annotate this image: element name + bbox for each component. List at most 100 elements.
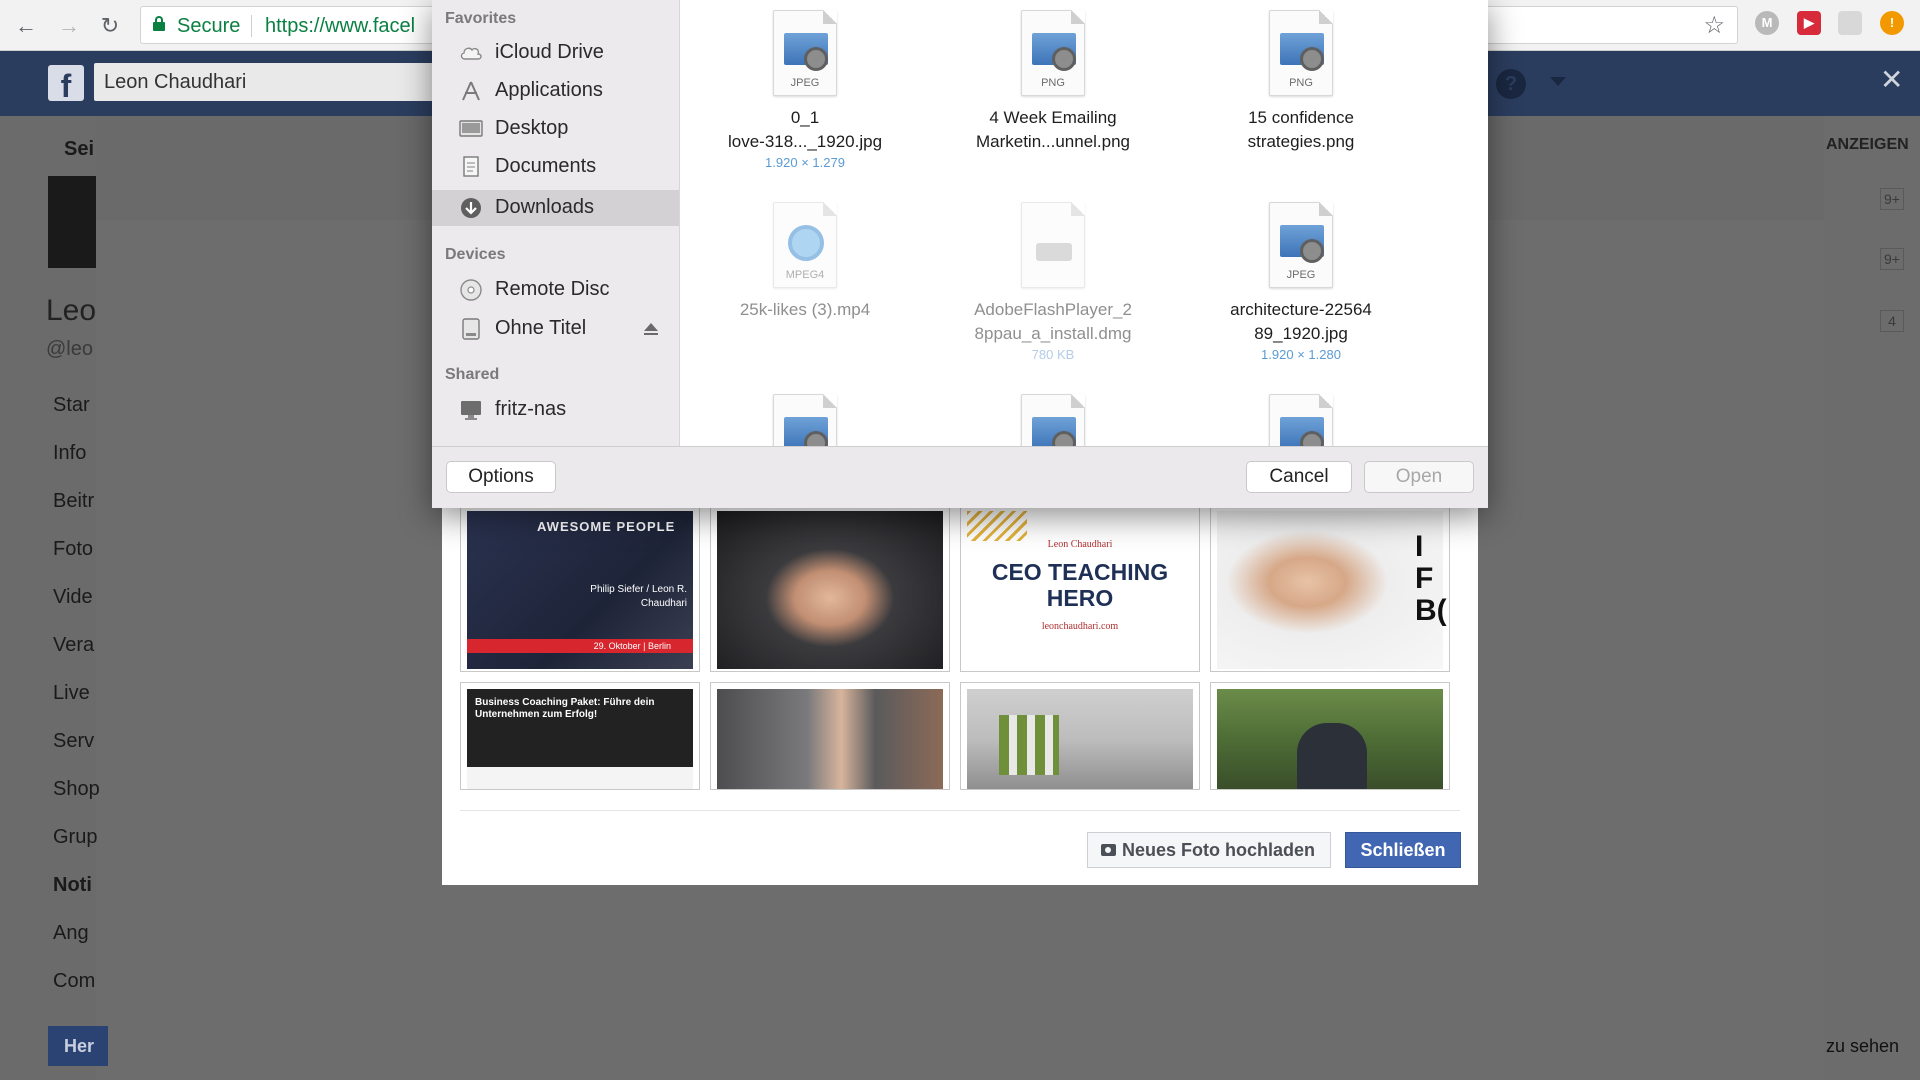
sidebar-item-desktop[interactable]: Desktop <box>432 111 679 147</box>
sidebar-item-notes[interactable]: Noti <box>53 874 92 897</box>
url-text[interactable]: https://www.facel <box>265 15 415 38</box>
lock-icon <box>153 16 165 31</box>
photo-title-text: Business Coaching Paket: Führe dein Unte… <box>475 697 655 720</box>
eject-icon[interactable] <box>644 323 658 335</box>
photo-strip <box>467 767 693 789</box>
facebook-logo-icon[interactable]: f <box>48 65 84 104</box>
desktop-icon <box>459 120 483 137</box>
sidebar-item-fritz-nas[interactable]: fritz-nas <box>432 392 679 428</box>
sidebar-item-downloads[interactable]: Downloads <box>432 190 679 226</box>
sidebar-item-label: fritz-nas <box>495 398 567 420</box>
file-item[interactable]: PNG 15 confidence strategies.png <box>1177 0 1425 154</box>
sidebar-item-ohne-titel[interactable]: Ohne Titel <box>432 311 679 347</box>
page-tab[interactable]: Sei <box>64 138 94 161</box>
notification-badge: 9+ <box>1880 188 1904 210</box>
photo-stripes <box>967 511 1027 541</box>
photo-tile[interactable]: I F B( <box>1210 504 1450 672</box>
downloads-icon <box>461 198 481 218</box>
photo-tile[interactable]: AWESOME PEOPLE Philip Siefer / Leon R. C… <box>460 504 700 672</box>
cancel-button[interactable]: Cancel <box>1246 461 1352 493</box>
sidebar-item-events[interactable]: Vera <box>53 634 94 657</box>
sidebar-item-videos[interactable]: Vide <box>53 586 93 609</box>
sidebar-item-community[interactable]: Com <box>53 970 95 993</box>
bookmark-star-icon[interactable]: ☆ <box>1703 11 1725 40</box>
sidebar-item-documents[interactable]: Documents <box>432 149 679 185</box>
sidebar-item-photos[interactable]: Foto <box>53 538 93 561</box>
sidebar-item-services[interactable]: Serv <box>53 730 94 753</box>
extension-video-icon[interactable]: ▶ <box>1797 11 1821 35</box>
back-icon[interactable]: ← <box>10 10 42 42</box>
photo-caption-bottom: leonchaudhari.com <box>1041 621 1119 632</box>
photo-tile[interactable] <box>1210 682 1450 790</box>
sidebar-heading-devices: Devices <box>445 246 506 263</box>
extension-alert-icon[interactable]: ! <box>1880 11 1904 35</box>
file-item: MPEG4 25k-likes (3).mp4 <box>681 192 929 322</box>
file-item[interactable] <box>1177 384 1425 446</box>
reload-icon[interactable]: ↻ <box>94 10 126 42</box>
monitor-icon <box>461 401 481 420</box>
help-icon[interactable]: ? <box>1496 69 1526 99</box>
photo-title-text: CEO TEACHING HERO <box>991 559 1169 611</box>
profile-picture[interactable] <box>48 176 96 268</box>
image-file-icon <box>1269 394 1333 446</box>
upload-new-photo-button[interactable]: Neues Foto hochladen <box>1087 832 1331 868</box>
sidebar-item-label: Remote Disc <box>495 278 610 300</box>
file-item[interactable]: JPEG 0_1 love-318..._1920.jpg 1.920 × 1.2… <box>681 0 929 170</box>
forward-icon[interactable]: → <box>53 10 85 42</box>
photo-image <box>1217 689 1443 789</box>
file-type-label: PNG <box>1289 77 1313 89</box>
sidebar-item-applications[interactable]: Applications <box>432 73 679 109</box>
photo-tile[interactable]: Business Coaching Paket: Führe dein Unte… <box>460 682 700 790</box>
sidebar-item-live[interactable]: Live <box>53 682 90 705</box>
account-menu-caret-icon[interactable] <box>1550 77 1566 86</box>
sidebar-item-label: iCloud Drive <box>495 41 604 63</box>
photo-title-text: AWESOME PEOPLE <box>537 519 676 534</box>
file-type-label: JPEG <box>790 77 820 89</box>
ads-label[interactable]: ANZEIGEN <box>1826 136 1909 154</box>
facebook-search-input[interactable]: Leon Chaudhari <box>94 63 454 101</box>
file-item[interactable] <box>681 384 929 446</box>
photo-tile[interactable] <box>710 682 950 790</box>
photo-image: AWESOME PEOPLE Philip Siefer / Leon R. C… <box>467 511 693 669</box>
photo-tile[interactable] <box>960 682 1200 790</box>
photo-tile[interactable]: Leon Chaudhari CEO TEACHING HERO leoncha… <box>960 504 1200 672</box>
png-file-icon: PNG <box>1021 10 1085 96</box>
see-more-link[interactable]: zu sehen <box>1826 1036 1899 1057</box>
open-button[interactable]: Open <box>1364 461 1474 493</box>
applications-icon <box>462 81 480 101</box>
sidebar-item-offers[interactable]: Ang <box>53 922 89 945</box>
file-item[interactable]: JPEG architecture-22564 89_1920.jpg 1.920… <box>1177 192 1425 362</box>
extension-m-icon[interactable]: M <box>1755 11 1779 35</box>
photo-image <box>717 689 943 789</box>
photo-image: I F B( <box>1217 511 1447 669</box>
notification-badge: 4 <box>1880 310 1904 332</box>
file-item[interactable]: PNG 4 Week Emailing Marketin...unnel.png <box>929 0 1177 154</box>
sidebar-item-posts[interactable]: Beitr <box>53 490 94 513</box>
close-icon[interactable]: ✕ <box>1880 63 1903 96</box>
sidebar-item-groups[interactable]: Grup <box>53 826 97 849</box>
file-name: 0_1 love-318..._1920.jpg <box>727 108 883 151</box>
options-button[interactable]: Options <box>446 461 556 493</box>
file-dimensions: 1.920 × 1.280 <box>1261 347 1341 362</box>
sidebar-item-shop[interactable]: Shop <box>53 778 100 801</box>
file-type-label: JPEG <box>1286 269 1316 281</box>
quicktime-file-icon: MPEG4 <box>773 202 837 288</box>
dmg-file-icon <box>1021 202 1085 288</box>
photo-image <box>967 689 1193 789</box>
close-dialog-button[interactable]: Schließen <box>1345 832 1461 868</box>
sidebar-item-icloud-drive[interactable]: iCloud Drive <box>432 35 679 71</box>
photo-people <box>1297 723 1367 789</box>
file-item: AdobeFlashPlayer_2 8ppau_a_install.dmg 78… <box>929 192 1177 362</box>
extension-tag-icon[interactable] <box>1838 11 1862 35</box>
sidebar-heading-shared: Shared <box>445 366 500 383</box>
cloud-icon <box>460 47 482 60</box>
file-item[interactable] <box>929 384 1177 446</box>
jpeg-file-icon: JPEG <box>1269 202 1333 288</box>
sidebar-item-start[interactable]: Star <box>53 394 90 417</box>
sidebar-item-info[interactable]: Info <box>53 442 86 465</box>
photo-tile[interactable] <box>710 504 950 672</box>
file-name: 4 Week Emailing Marketin...unnel.png <box>975 108 1131 151</box>
sidebar-item-remote-disc[interactable]: Remote Disc <box>432 272 679 308</box>
sidebar-action-button[interactable]: Her <box>48 1026 108 1066</box>
file-name: 15 confidence strategies.png <box>1247 108 1355 151</box>
